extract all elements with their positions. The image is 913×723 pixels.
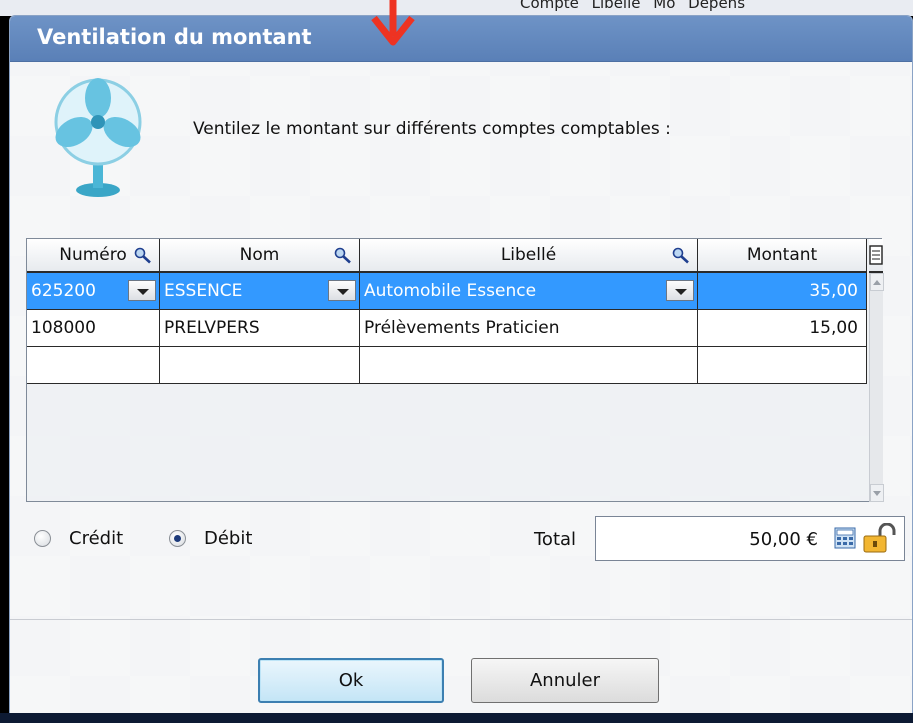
numero-dropdown-button[interactable] — [128, 280, 156, 301]
cell-libelle[interactable]: Automobile Essence — [360, 273, 698, 310]
column-label: Libellé — [500, 245, 557, 265]
cell-text: 35,00 — [809, 281, 858, 301]
cell-text: 625200 — [31, 281, 96, 301]
red-arrow-icon — [371, 0, 415, 46]
cell-text: PRELVPERS — [164, 318, 260, 338]
cell-montant[interactable]: 15,00 — [698, 310, 867, 347]
cell-text: ESSENCE — [164, 281, 243, 301]
cell-libelle[interactable] — [360, 347, 698, 384]
radio-button[interactable] — [34, 530, 51, 547]
vertical-scrollbar[interactable] — [869, 273, 884, 502]
fan-icon — [54, 78, 142, 197]
search-icon[interactable] — [333, 247, 353, 265]
radio-button[interactable] — [169, 530, 186, 547]
total-field[interactable]: 50,00 € — [595, 516, 905, 561]
libelle-dropdown-button[interactable] — [666, 280, 694, 301]
cell-nom[interactable] — [160, 347, 360, 384]
cell-montant[interactable] — [698, 347, 867, 384]
total-label: Total — [534, 529, 577, 550]
column-chooser-icon — [869, 245, 883, 265]
instruction-text: Ventilez le montant sur différents compt… — [193, 119, 671, 139]
cell-nom[interactable]: PRELVPERS — [160, 310, 360, 347]
total-value: 50,00 € — [749, 529, 818, 550]
ventilation-grid[interactable]: Numéro Nom Libellé Montant 625200 ESSENC… — [26, 238, 884, 502]
cell-montant[interactable]: 35,00 — [698, 273, 867, 310]
cell-text: Prélèvements Praticien — [364, 318, 560, 338]
column-label: Nom — [239, 245, 280, 265]
table-row[interactable]: 108000 PRELVPERS Prélèvements Praticien … — [27, 310, 867, 347]
cell-numero[interactable]: 108000 — [27, 310, 160, 347]
credit-radio[interactable]: Crédit — [34, 528, 123, 549]
radio-label: Crédit — [69, 528, 124, 549]
radio-label: Débit — [204, 528, 253, 549]
background-bottom-strip — [0, 713, 913, 723]
cell-numero[interactable]: 625200 — [27, 273, 160, 310]
scroll-down-button[interactable] — [870, 484, 884, 502]
ok-button[interactable]: Ok — [258, 658, 444, 703]
cancel-button[interactable]: Annuler — [471, 658, 659, 703]
dialog-title: Ventilation du montant — [37, 25, 312, 49]
dialog-titlebar[interactable]: Ventilation du montant — [10, 16, 912, 62]
column-header-nom[interactable]: Nom — [160, 239, 360, 273]
cell-text: 108000 — [31, 318, 96, 338]
cell-text: Automobile Essence — [364, 281, 537, 301]
cell-numero[interactable] — [27, 347, 160, 384]
column-header-libelle[interactable]: Libellé — [360, 239, 698, 273]
background-app-text: Compte Libellé Mo Dépens — [520, 0, 746, 12]
calculator-icon[interactable] — [834, 527, 856, 549]
table-row[interactable] — [27, 347, 867, 384]
footer-divider — [10, 619, 912, 620]
column-label: Numéro — [59, 245, 127, 265]
nom-dropdown-button[interactable] — [328, 280, 356, 301]
column-header-numero[interactable]: Numéro — [27, 239, 160, 273]
background-app-strip: Compte Libellé Mo Dépens — [0, 0, 913, 16]
column-label: Montant — [746, 245, 818, 265]
grid-header: Numéro Nom Libellé Montant — [27, 239, 867, 273]
table-row[interactable]: 625200 ESSENCE Automobile Essence 35,00 — [27, 273, 867, 310]
column-chooser-button[interactable] — [869, 239, 883, 273]
cell-libelle[interactable]: Prélèvements Praticien — [360, 310, 698, 347]
lock-icon[interactable] — [862, 523, 896, 553]
cell-text: 15,00 — [809, 318, 858, 338]
search-icon[interactable] — [133, 247, 153, 265]
cell-nom[interactable]: ESSENCE — [160, 273, 360, 310]
column-header-montant[interactable]: Montant — [698, 239, 867, 273]
scroll-up-button[interactable] — [870, 273, 884, 291]
ventilation-dialog: Ventilation du montant Ventilez le monta… — [9, 15, 913, 717]
search-icon[interactable] — [671, 247, 691, 265]
debit-radio[interactable]: Débit — [169, 528, 252, 549]
